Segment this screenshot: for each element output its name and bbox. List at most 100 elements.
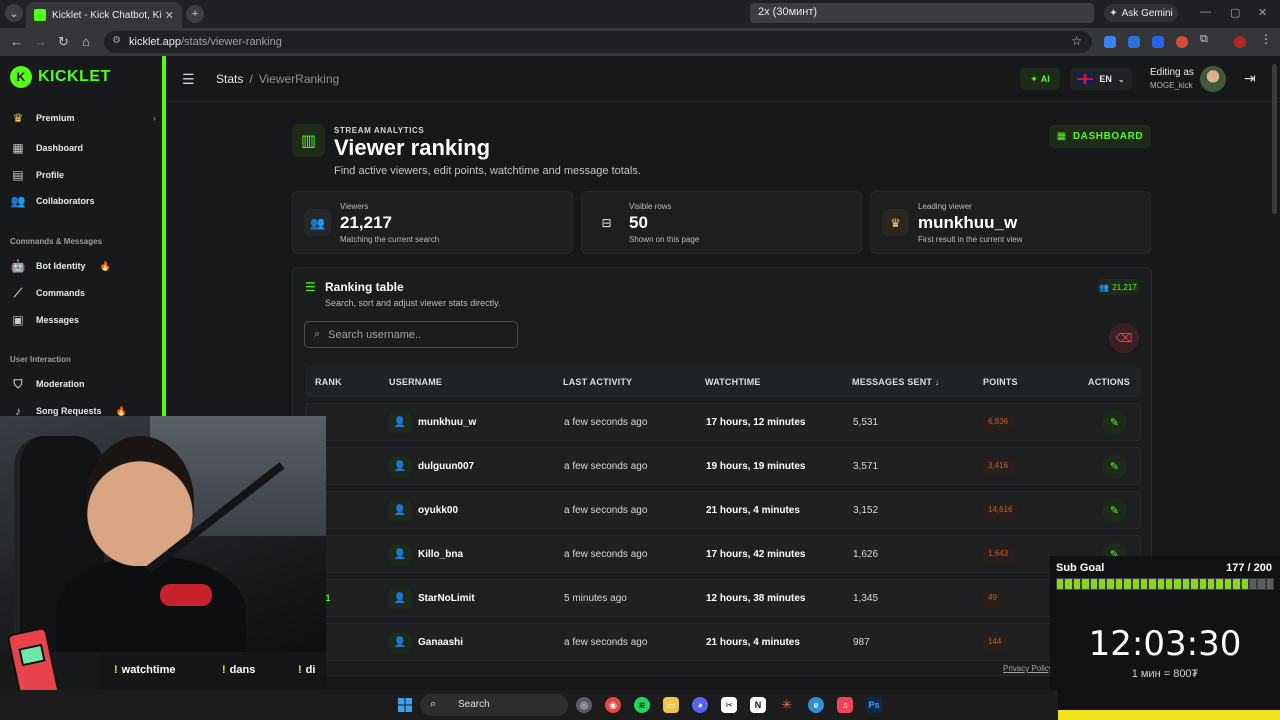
close-tab-icon[interactable]: ✕ <box>165 9 174 22</box>
language-select[interactable]: EN ⌄ <box>1070 68 1132 90</box>
capcut-icon[interactable]: ✂ <box>721 697 737 713</box>
sidebar-item-profile[interactable]: ▤ Profile <box>10 167 156 183</box>
bookmark-star-icon[interactable]: ☆ <box>1071 34 1082 48</box>
uk-flag-icon <box>1077 74 1094 84</box>
search-icon: ⌕ <box>430 698 437 710</box>
page-subtitle: Find active viewers, edit points, watcht… <box>334 165 641 177</box>
apple-music-icon[interactable]: ♫ <box>837 697 853 713</box>
media-title-pill[interactable]: 2x (30минт) <box>750 3 1094 23</box>
stat-label: Leading viewer <box>918 202 972 211</box>
extension-icon[interactable] <box>1104 36 1116 48</box>
table-rows-icon: ⊟ <box>601 215 612 230</box>
clear-filters-button[interactable]: ⌫ <box>1109 323 1139 353</box>
sidebar-item-label: Profile <box>36 170 65 180</box>
reload-icon[interactable]: ↻ <box>58 34 69 50</box>
username-cell[interactable]: Killo_bna <box>418 549 463 560</box>
tab-search-icon[interactable]: ⌄ <box>5 4 23 22</box>
username-cell[interactable]: oyukk00 <box>418 505 458 516</box>
new-tab-button[interactable]: + <box>186 5 204 23</box>
avatar[interactable] <box>1200 66 1226 92</box>
users-icon: 👥 <box>304 209 331 236</box>
page-scrollbar[interactable] <box>1272 64 1277 214</box>
profile-avatar-icon[interactable] <box>1234 36 1246 48</box>
messages-cell: 5,531 <box>853 417 879 428</box>
privacy-policy-link[interactable]: Privacy Policy <box>1003 664 1053 673</box>
ai-button[interactable]: ✦ AI <box>1020 68 1060 90</box>
username-cell[interactable]: Ganaashi <box>418 637 463 648</box>
claude-icon[interactable]: ✳ <box>779 697 795 713</box>
column-last-activity[interactable]: LAST ACTIVITY <box>563 377 632 387</box>
discord-icon[interactable]: ◕ <box>692 697 708 713</box>
sidebar-item-messages[interactable]: ▣ Messages <box>10 312 156 328</box>
sidebar-item-moderation[interactable]: ⛉ Moderation <box>10 376 156 392</box>
edge-icon[interactable]: e <box>808 697 824 713</box>
progress-segment <box>1057 579 1064 589</box>
progress-segment <box>1199 579 1207 589</box>
taskbar-search[interactable]: ⌕ Search <box>420 694 568 716</box>
column-username[interactable]: USERNAME <box>389 377 442 387</box>
progress-segment <box>1249 579 1257 589</box>
spotify-icon[interactable]: ≋ <box>634 697 650 713</box>
username-cell[interactable]: munkhuu_w <box>418 417 476 428</box>
app-topbar: ☰ Stats / ViewerRanking ✦ AI EN ⌄ Editing as… <box>166 56 1280 102</box>
username-cell[interactable]: dulguun007 <box>418 461 474 472</box>
column-watchtime[interactable]: WATCHTIME <box>705 377 761 387</box>
browser-tab[interactable]: Kicklet - Kick Chatbot, Kick Wid ✕ <box>26 2 182 28</box>
progress-segment <box>1065 579 1072 589</box>
extension-icon[interactable] <box>1152 36 1164 48</box>
windows-taskbar: ⌕ Search ◎ ◉ ≋ ▭ ◕ ✂ N ✳ e ♫ Ps <box>0 690 1058 720</box>
list-icon: ☰ <box>305 280 316 294</box>
stat-card-visible-rows: ⊟ Visible rows 50 Shown on this page <box>581 191 862 254</box>
notion-icon[interactable]: N <box>750 697 766 713</box>
site-info-icon[interactable]: ⚙ <box>112 35 121 46</box>
back-icon[interactable]: ← <box>10 34 23 49</box>
extensions-puzzle-icon[interactable]: ⧉ <box>1200 33 1212 45</box>
username-cell[interactable]: StarNoLimit <box>418 593 475 604</box>
home-icon[interactable]: ⌂ <box>82 34 90 49</box>
windows-start-icon[interactable] <box>398 698 412 712</box>
stat-value: munkhuu_w <box>918 213 1018 232</box>
user-icon: 👤 <box>389 544 411 565</box>
menu-toggle-icon[interactable]: ☰ <box>182 71 195 88</box>
forward-icon[interactable]: → <box>34 34 47 49</box>
last-activity-cell: a few seconds ago <box>564 637 648 648</box>
chrome-icon[interactable]: ◉ <box>605 697 621 713</box>
dashboard-button[interactable]: ▦ DASHBOARD <box>1049 125 1151 148</box>
sidebar-item-bot-identity[interactable]: 🤖 Bot Identity 🔥 <box>10 258 156 274</box>
file-explorer-icon[interactable]: ▭ <box>663 697 679 713</box>
extension-icon[interactable] <box>1176 36 1188 48</box>
table-row: 👤#2oyukk00a few seconds ago21 hours, 4 m… <box>305 491 1141 529</box>
edit-viewer-button[interactable]: ✎ <box>1102 498 1127 523</box>
column-messages-sent[interactable]: MESSAGES SENT ↓ <box>852 377 940 387</box>
page-title: Viewer ranking <box>334 135 491 160</box>
kicklet-logo[interactable]: K KICKLET <box>10 66 111 88</box>
breadcrumb-stats[interactable]: Stats <box>216 72 243 86</box>
window-close-icon[interactable]: ✕ <box>1258 6 1267 19</box>
photoshop-icon[interactable]: Ps <box>866 697 882 713</box>
edit-viewer-button[interactable]: ✎ <box>1102 410 1127 435</box>
sidebar-item-commands[interactable]: ⟋ Commands <box>10 285 156 301</box>
edit-viewer-button[interactable]: ✎ <box>1102 454 1127 479</box>
column-points[interactable]: POINTS <box>983 377 1018 387</box>
sidebar-item-collaborators[interactable]: 👥 Collaborators <box>10 193 156 209</box>
progress-segment <box>1224 579 1232 589</box>
sidebar-item-dashboard[interactable]: ▦ Dashboard <box>10 140 156 156</box>
sidebar-item-premium[interactable]: ♛ Premium › <box>10 110 156 126</box>
browser-menu-icon[interactable]: ⋮ <box>1260 32 1272 46</box>
column-rank[interactable]: RANK <box>315 377 342 387</box>
messages-icon: ▣ <box>12 313 24 327</box>
search-input[interactable] <box>328 328 499 341</box>
ask-gemini-button[interactable]: ✦ Ask Gemini <box>1104 4 1178 22</box>
sort-desc-icon: ↓ <box>934 377 940 387</box>
url-field[interactable]: kicklet.app/stats/viewer-ranking ⚙ ☆ <box>104 31 1092 53</box>
extension-icon[interactable] <box>1128 36 1140 48</box>
maximize-icon[interactable]: ▢ <box>1230 6 1240 19</box>
chevron-down-icon: ⌄ <box>1117 74 1125 84</box>
messages-cell: 3,571 <box>853 461 879 472</box>
minimize-icon[interactable]: — <box>1200 6 1211 18</box>
users-icon: 👥 <box>1099 282 1110 292</box>
column-actions: ACTIONS <box>1088 377 1130 387</box>
webcam-overlay <box>0 416 326 652</box>
task-view-icon[interactable]: ◎ <box>576 697 592 713</box>
logout-icon[interactable]: ⇥ <box>1244 70 1256 87</box>
